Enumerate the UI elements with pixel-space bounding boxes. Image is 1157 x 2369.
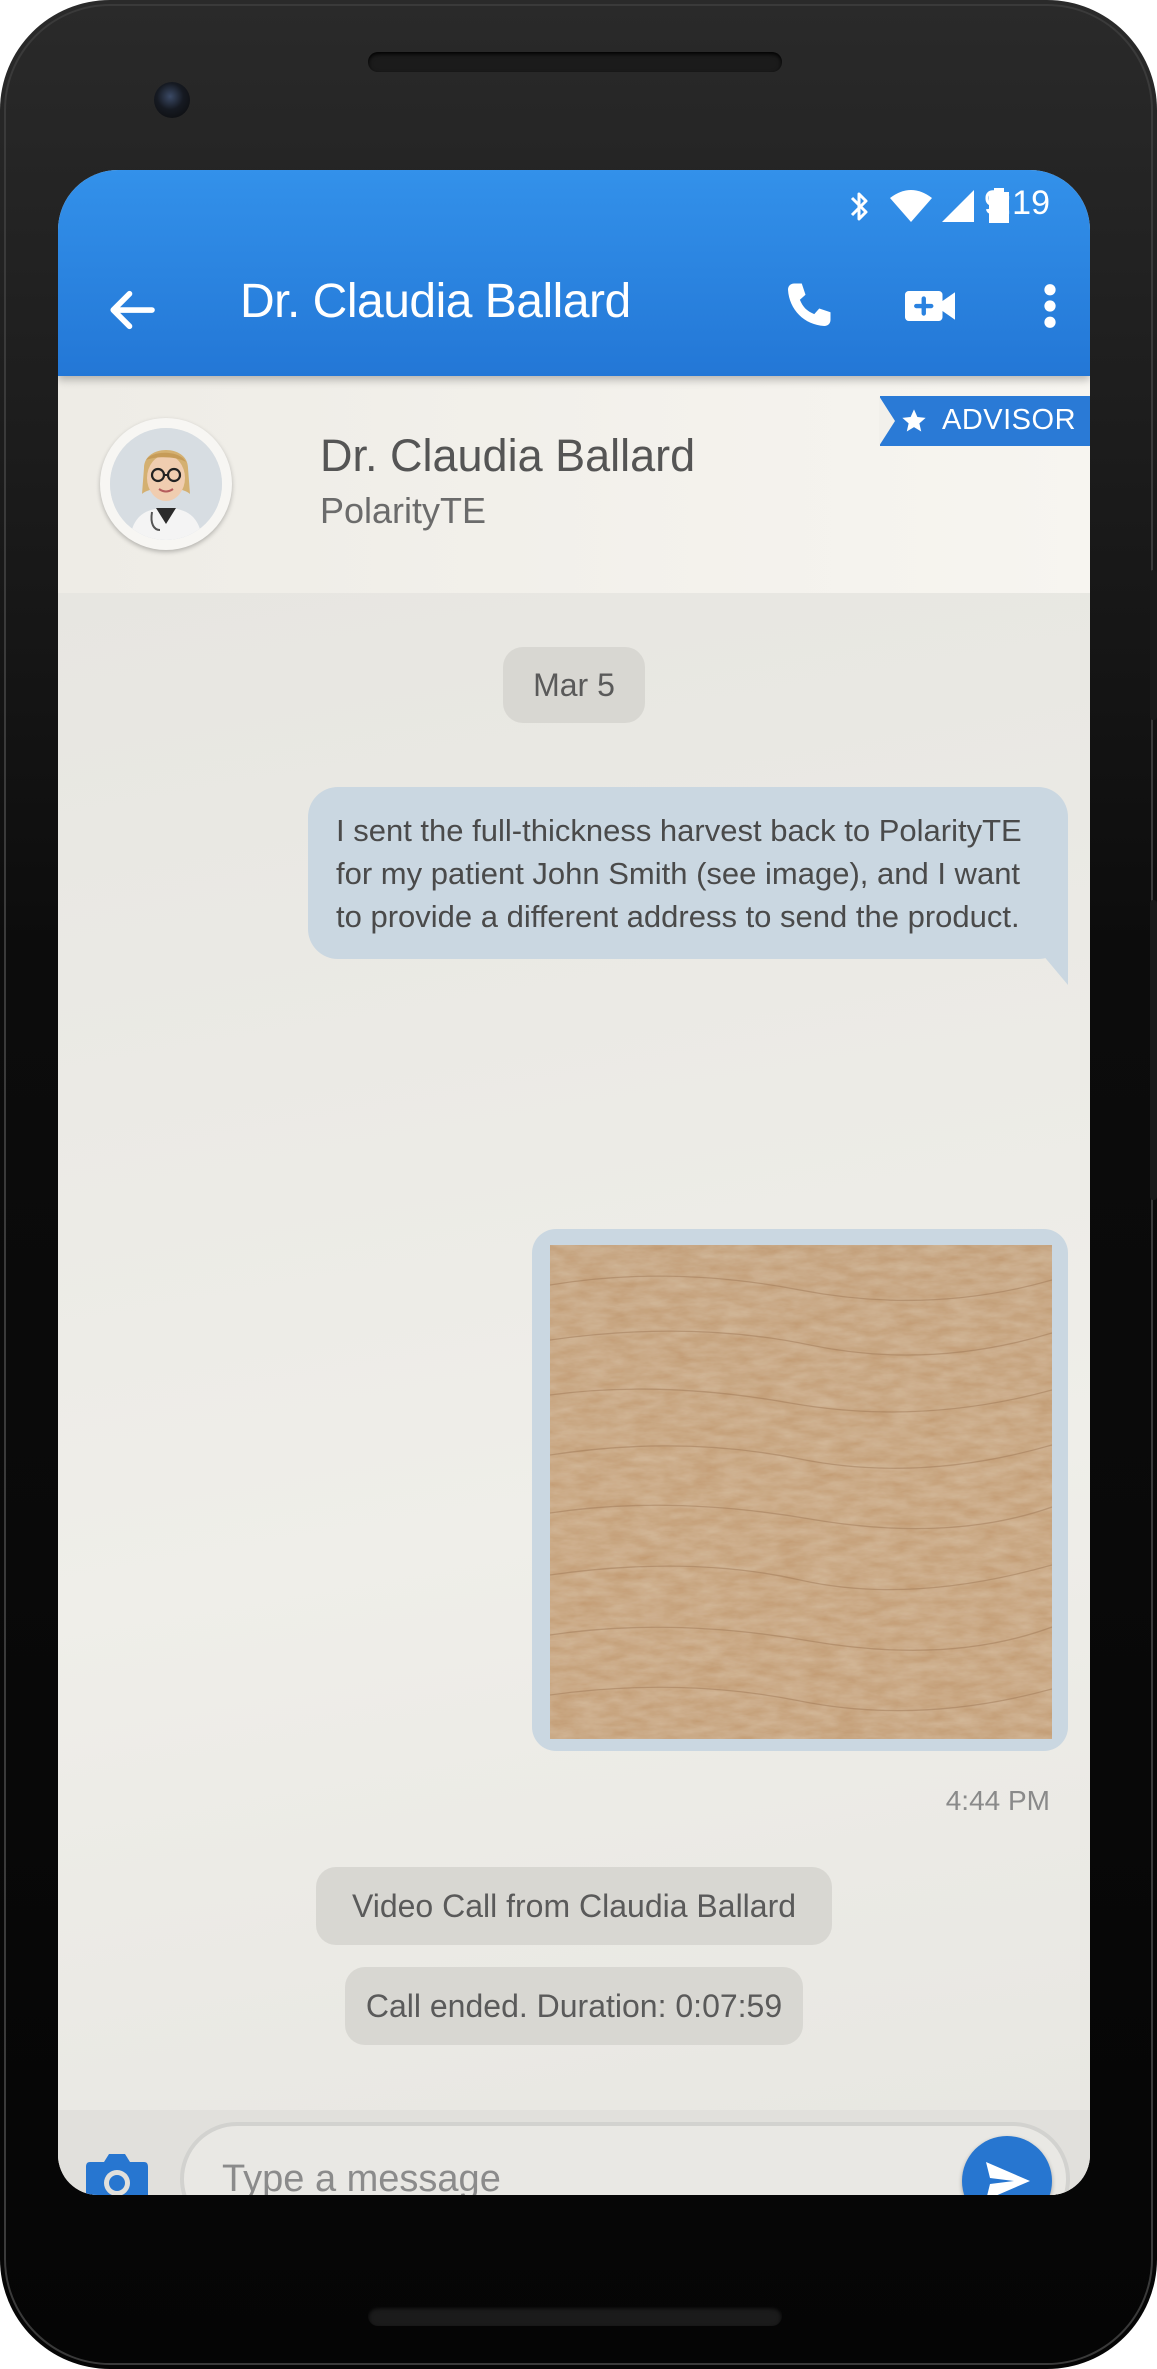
message-composer: Type a message: [58, 2110, 1090, 2195]
top-speaker-grille: [368, 52, 782, 72]
call-ended-notice: Call ended. Duration: 0:07:59: [345, 1967, 803, 2045]
star-icon: [902, 409, 926, 432]
phone-icon[interactable]: [778, 276, 838, 336]
volume-button: [1150, 900, 1157, 1200]
date-separator: Mar 5: [503, 647, 645, 723]
status-time: 9:19: [983, 184, 1050, 222]
video-call-icon[interactable]: [900, 276, 960, 336]
send-icon: [986, 2162, 1030, 2195]
message-list[interactable]: Mar 5 I sent the full-thickness harvest …: [58, 593, 1090, 2110]
bluetooth-icon: [850, 192, 868, 221]
bottom-speaker-grille: [368, 2306, 782, 2326]
wifi-icon: [890, 190, 932, 222]
cellular-signal-icon: [942, 190, 974, 222]
back-arrow-icon[interactable]: [102, 280, 162, 340]
video-call-notice: Video Call from Claudia Ballard: [316, 1867, 832, 1945]
outgoing-message-bubble[interactable]: I sent the full-thickness harvest back t…: [308, 787, 1068, 959]
message-bubble-tail: [1016, 923, 1068, 985]
message-input-placeholder: Type a message: [222, 2158, 501, 2195]
phone-frame: 9:19 Dr. Claudia Ballard Dr. Claudia Bal…: [0, 0, 1157, 2369]
more-vert-icon[interactable]: [1020, 276, 1080, 336]
advisor-badge-label: ADVISOR: [942, 404, 1077, 436]
skin-harvest-photo[interactable]: [550, 1245, 1052, 1739]
contact-organization: PolarityTE: [320, 490, 487, 531]
advisor-badge: ADVISOR: [879, 396, 1090, 446]
send-button[interactable]: [962, 2136, 1052, 2195]
skin-texture-image: [550, 1245, 1052, 1739]
power-button: [1150, 570, 1157, 720]
message-timestamp: 4:44 PM: [945, 1785, 1050, 1816]
doctor-avatar-image: [110, 428, 222, 540]
message-input[interactable]: Type a message: [180, 2122, 1070, 2195]
conversation-title: Dr. Claudia Ballard: [240, 275, 631, 328]
front-camera: [154, 82, 190, 118]
contact-name: Dr. Claudia Ballard: [320, 430, 696, 481]
avatar[interactable]: [110, 428, 222, 540]
contact-profile-header[interactable]: Dr. Claudia Ballard PolarityTE ADVISOR: [58, 376, 1090, 593]
app-bar: 9:19 Dr. Claudia Ballard: [58, 170, 1090, 376]
camera-icon[interactable]: [84, 2148, 150, 2195]
screen: 9:19 Dr. Claudia Ballard Dr. Claudia Bal…: [58, 170, 1090, 2195]
status-bar: 9:19: [58, 170, 1090, 240]
